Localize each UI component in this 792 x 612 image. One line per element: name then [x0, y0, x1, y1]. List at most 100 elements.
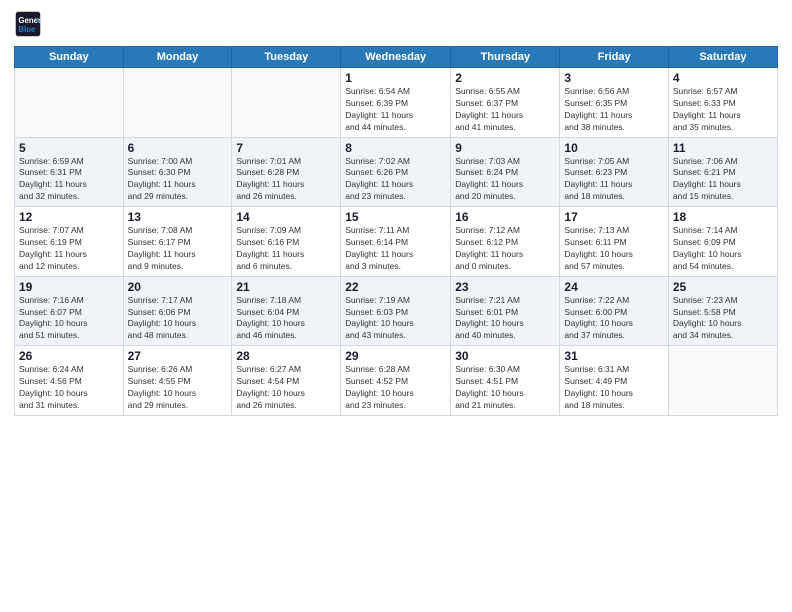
- day-info: Sunrise: 7:09 AM Sunset: 6:16 PM Dayligh…: [236, 225, 336, 273]
- calendar-day-31: 31Sunrise: 6:31 AM Sunset: 4:49 PM Dayli…: [560, 346, 668, 416]
- calendar-day-21: 21Sunrise: 7:18 AM Sunset: 6:04 PM Dayli…: [232, 276, 341, 346]
- calendar-header-row: SundayMondayTuesdayWednesdayThursdayFrid…: [15, 47, 778, 68]
- day-header-thursday: Thursday: [451, 47, 560, 68]
- day-number: 9: [455, 141, 555, 155]
- day-number: 13: [128, 210, 228, 224]
- day-number: 12: [19, 210, 119, 224]
- calendar-day-30: 30Sunrise: 6:30 AM Sunset: 4:51 PM Dayli…: [451, 346, 560, 416]
- day-info: Sunrise: 6:30 AM Sunset: 4:51 PM Dayligh…: [455, 364, 555, 412]
- day-info: Sunrise: 6:55 AM Sunset: 6:37 PM Dayligh…: [455, 86, 555, 134]
- day-number: 25: [673, 280, 773, 294]
- day-info: Sunrise: 7:12 AM Sunset: 6:12 PM Dayligh…: [455, 225, 555, 273]
- day-header-wednesday: Wednesday: [341, 47, 451, 68]
- day-header-tuesday: Tuesday: [232, 47, 341, 68]
- day-info: Sunrise: 6:24 AM Sunset: 4:56 PM Dayligh…: [19, 364, 119, 412]
- calendar-week-row: 1Sunrise: 6:54 AM Sunset: 6:39 PM Daylig…: [15, 68, 778, 138]
- day-number: 22: [345, 280, 446, 294]
- calendar-day-8: 8Sunrise: 7:02 AM Sunset: 6:26 PM Daylig…: [341, 137, 451, 207]
- calendar-day-15: 15Sunrise: 7:11 AM Sunset: 6:14 PM Dayli…: [341, 207, 451, 277]
- day-info: Sunrise: 7:11 AM Sunset: 6:14 PM Dayligh…: [345, 225, 446, 273]
- calendar-day-24: 24Sunrise: 7:22 AM Sunset: 6:00 PM Dayli…: [560, 276, 668, 346]
- calendar-day-3: 3Sunrise: 6:56 AM Sunset: 6:35 PM Daylig…: [560, 68, 668, 138]
- logo: General Blue: [14, 10, 46, 38]
- day-number: 10: [564, 141, 663, 155]
- day-info: Sunrise: 7:06 AM Sunset: 6:21 PM Dayligh…: [673, 156, 773, 204]
- day-number: 3: [564, 71, 663, 85]
- calendar-week-row: 26Sunrise: 6:24 AM Sunset: 4:56 PM Dayli…: [15, 346, 778, 416]
- calendar-day-11: 11Sunrise: 7:06 AM Sunset: 6:21 PM Dayli…: [668, 137, 777, 207]
- calendar-week-row: 12Sunrise: 7:07 AM Sunset: 6:19 PM Dayli…: [15, 207, 778, 277]
- calendar-day-10: 10Sunrise: 7:05 AM Sunset: 6:23 PM Dayli…: [560, 137, 668, 207]
- day-number: 30: [455, 349, 555, 363]
- day-number: 11: [673, 141, 773, 155]
- calendar-empty-cell: [232, 68, 341, 138]
- day-number: 16: [455, 210, 555, 224]
- calendar-week-row: 5Sunrise: 6:59 AM Sunset: 6:31 PM Daylig…: [15, 137, 778, 207]
- day-number: 21: [236, 280, 336, 294]
- day-info: Sunrise: 7:13 AM Sunset: 6:11 PM Dayligh…: [564, 225, 663, 273]
- day-number: 24: [564, 280, 663, 294]
- calendar-week-row: 19Sunrise: 7:16 AM Sunset: 6:07 PM Dayli…: [15, 276, 778, 346]
- day-number: 1: [345, 71, 446, 85]
- calendar-day-20: 20Sunrise: 7:17 AM Sunset: 6:06 PM Dayli…: [123, 276, 232, 346]
- day-info: Sunrise: 7:21 AM Sunset: 6:01 PM Dayligh…: [455, 295, 555, 343]
- day-number: 20: [128, 280, 228, 294]
- day-number: 4: [673, 71, 773, 85]
- calendar-day-7: 7Sunrise: 7:01 AM Sunset: 6:28 PM Daylig…: [232, 137, 341, 207]
- day-number: 19: [19, 280, 119, 294]
- day-info: Sunrise: 6:54 AM Sunset: 6:39 PM Dayligh…: [345, 86, 446, 134]
- calendar-day-29: 29Sunrise: 6:28 AM Sunset: 4:52 PM Dayli…: [341, 346, 451, 416]
- calendar-day-12: 12Sunrise: 7:07 AM Sunset: 6:19 PM Dayli…: [15, 207, 124, 277]
- calendar-empty-cell: [668, 346, 777, 416]
- calendar-day-28: 28Sunrise: 6:27 AM Sunset: 4:54 PM Dayli…: [232, 346, 341, 416]
- day-info: Sunrise: 7:17 AM Sunset: 6:06 PM Dayligh…: [128, 295, 228, 343]
- day-header-sunday: Sunday: [15, 47, 124, 68]
- day-info: Sunrise: 7:18 AM Sunset: 6:04 PM Dayligh…: [236, 295, 336, 343]
- calendar: SundayMondayTuesdayWednesdayThursdayFrid…: [14, 46, 778, 416]
- day-info: Sunrise: 6:59 AM Sunset: 6:31 PM Dayligh…: [19, 156, 119, 204]
- calendar-day-16: 16Sunrise: 7:12 AM Sunset: 6:12 PM Dayli…: [451, 207, 560, 277]
- calendar-day-17: 17Sunrise: 7:13 AM Sunset: 6:11 PM Dayli…: [560, 207, 668, 277]
- day-header-friday: Friday: [560, 47, 668, 68]
- calendar-day-4: 4Sunrise: 6:57 AM Sunset: 6:33 PM Daylig…: [668, 68, 777, 138]
- calendar-day-6: 6Sunrise: 7:00 AM Sunset: 6:30 PM Daylig…: [123, 137, 232, 207]
- day-number: 2: [455, 71, 555, 85]
- calendar-day-1: 1Sunrise: 6:54 AM Sunset: 6:39 PM Daylig…: [341, 68, 451, 138]
- day-info: Sunrise: 7:22 AM Sunset: 6:00 PM Dayligh…: [564, 295, 663, 343]
- day-info: Sunrise: 6:27 AM Sunset: 4:54 PM Dayligh…: [236, 364, 336, 412]
- day-number: 28: [236, 349, 336, 363]
- day-number: 15: [345, 210, 446, 224]
- calendar-day-26: 26Sunrise: 6:24 AM Sunset: 4:56 PM Dayli…: [15, 346, 124, 416]
- calendar-empty-cell: [123, 68, 232, 138]
- day-info: Sunrise: 7:03 AM Sunset: 6:24 PM Dayligh…: [455, 156, 555, 204]
- day-number: 29: [345, 349, 446, 363]
- day-info: Sunrise: 6:26 AM Sunset: 4:55 PM Dayligh…: [128, 364, 228, 412]
- day-info: Sunrise: 6:56 AM Sunset: 6:35 PM Dayligh…: [564, 86, 663, 134]
- calendar-day-9: 9Sunrise: 7:03 AM Sunset: 6:24 PM Daylig…: [451, 137, 560, 207]
- day-info: Sunrise: 7:08 AM Sunset: 6:17 PM Dayligh…: [128, 225, 228, 273]
- calendar-day-25: 25Sunrise: 7:23 AM Sunset: 5:58 PM Dayli…: [668, 276, 777, 346]
- day-number: 26: [19, 349, 119, 363]
- calendar-day-14: 14Sunrise: 7:09 AM Sunset: 6:16 PM Dayli…: [232, 207, 341, 277]
- day-info: Sunrise: 6:28 AM Sunset: 4:52 PM Dayligh…: [345, 364, 446, 412]
- day-number: 7: [236, 141, 336, 155]
- calendar-day-27: 27Sunrise: 6:26 AM Sunset: 4:55 PM Dayli…: [123, 346, 232, 416]
- day-info: Sunrise: 7:14 AM Sunset: 6:09 PM Dayligh…: [673, 225, 773, 273]
- day-number: 8: [345, 141, 446, 155]
- day-info: Sunrise: 7:05 AM Sunset: 6:23 PM Dayligh…: [564, 156, 663, 204]
- svg-text:Blue: Blue: [18, 25, 36, 34]
- day-info: Sunrise: 7:01 AM Sunset: 6:28 PM Dayligh…: [236, 156, 336, 204]
- day-info: Sunrise: 6:31 AM Sunset: 4:49 PM Dayligh…: [564, 364, 663, 412]
- day-info: Sunrise: 7:23 AM Sunset: 5:58 PM Dayligh…: [673, 295, 773, 343]
- day-number: 14: [236, 210, 336, 224]
- logo-icon: General Blue: [14, 10, 42, 38]
- day-number: 27: [128, 349, 228, 363]
- day-info: Sunrise: 6:57 AM Sunset: 6:33 PM Dayligh…: [673, 86, 773, 134]
- day-info: Sunrise: 7:00 AM Sunset: 6:30 PM Dayligh…: [128, 156, 228, 204]
- calendar-day-13: 13Sunrise: 7:08 AM Sunset: 6:17 PM Dayli…: [123, 207, 232, 277]
- day-number: 23: [455, 280, 555, 294]
- day-number: 6: [128, 141, 228, 155]
- day-number: 31: [564, 349, 663, 363]
- day-header-monday: Monday: [123, 47, 232, 68]
- calendar-day-23: 23Sunrise: 7:21 AM Sunset: 6:01 PM Dayli…: [451, 276, 560, 346]
